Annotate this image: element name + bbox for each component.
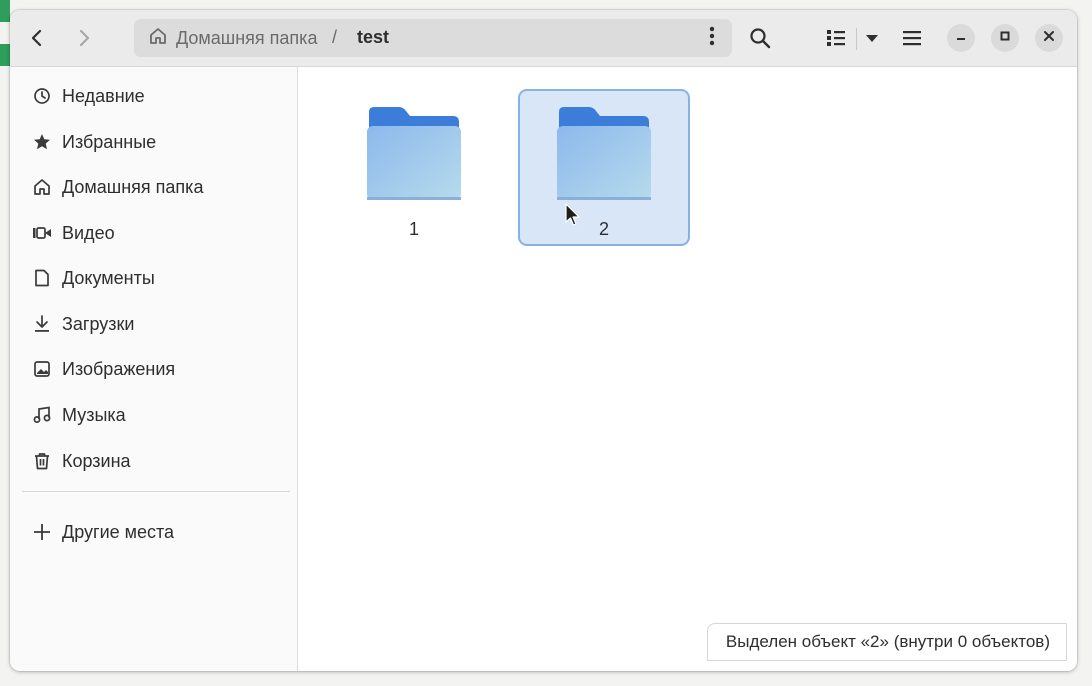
status-text: Выделен объект «2» (внутри 0 объектов): [725, 632, 1050, 651]
path-menu-button[interactable]: [700, 20, 724, 56]
chevron-left-icon: [27, 28, 47, 48]
sidebar-item-trash[interactable]: Корзина: [10, 441, 298, 481]
home-icon: [32, 177, 52, 197]
minimize-button[interactable]: [947, 24, 975, 52]
maximize-button[interactable]: [991, 24, 1019, 52]
sidebar-item-label: Другие места: [62, 521, 175, 542]
path-home-label: Домашняя папка: [176, 27, 318, 48]
sidebar-item-recent[interactable]: Недавние: [10, 76, 298, 116]
sidebar-item-music[interactable]: Музыка: [10, 395, 298, 435]
status-bar: Выделен объект «2» (внутри 0 объектов): [706, 623, 1067, 661]
sidebar-item-starred[interactable]: Избранные: [10, 122, 298, 162]
mouse-cursor-icon: [565, 203, 581, 232]
main-menu-button[interactable]: [893, 20, 931, 56]
sidebar-item-label: Корзина: [62, 450, 131, 471]
path-current-folder[interactable]: test: [357, 27, 389, 48]
document-icon: [32, 268, 52, 288]
video-icon: [32, 223, 52, 243]
forward-button[interactable]: [65, 20, 103, 56]
view-toggle-button[interactable]: [818, 20, 854, 56]
path-separator: /: [332, 27, 338, 47]
hamburger-icon: [902, 30, 922, 46]
plus-icon: [32, 522, 52, 542]
path-home-button[interactable]: Домашняя папка: [148, 19, 317, 57]
close-icon: [1043, 29, 1055, 47]
file-view[interactable]: 1 2 Выделен объект «2» (внутри 0 объекто…: [299, 67, 1077, 671]
terminal-mark: [0, 44, 10, 66]
sidebar-item-videos[interactable]: Видео: [10, 213, 298, 253]
sidebar-item-label: Музыка: [62, 404, 126, 425]
star-icon: [32, 132, 52, 152]
sidebar: Недавние Избранные Домашняя папка Видео …: [10, 67, 298, 671]
file-name: 2: [598, 219, 609, 239]
image-icon: [32, 359, 52, 379]
view-options-button[interactable]: [859, 20, 885, 56]
sidebar-item-downloads[interactable]: Загрузки: [10, 304, 298, 344]
folder-icon: [365, 104, 463, 207]
vertical-dots-icon: [709, 26, 715, 51]
clock-icon: [32, 86, 52, 106]
download-icon: [32, 314, 52, 334]
chevron-right-icon: [74, 28, 94, 48]
sidebar-separator: [22, 491, 290, 492]
header-bar: Домашняя папка / test: [10, 10, 1077, 67]
search-icon: [749, 27, 771, 49]
file-name: 1: [408, 219, 419, 239]
view-button-divider: [856, 28, 857, 50]
sidebar-item-documents[interactable]: Документы: [10, 258, 298, 298]
path-bar: Домашняя папка / test: [134, 19, 732, 57]
sidebar-item-other-locations[interactable]: Другие места: [10, 512, 298, 552]
trash-icon: [32, 451, 52, 471]
folder-item[interactable]: 1: [328, 89, 500, 246]
terminal-mark: [0, 0, 10, 22]
home-icon: [148, 26, 168, 51]
sidebar-item-label: Загрузки: [62, 313, 135, 334]
search-button[interactable]: [741, 20, 779, 56]
music-icon: [32, 405, 52, 425]
sidebar-item-label: Изображения: [62, 358, 176, 379]
close-button[interactable]: [1035, 24, 1063, 52]
folder-icon: [555, 104, 653, 207]
sidebar-item-label: Видео: [62, 222, 115, 243]
back-button[interactable]: [18, 20, 56, 56]
sidebar-item-label: Недавние: [62, 85, 145, 106]
sidebar-item-label: Избранные: [62, 131, 157, 152]
folder-item-selected[interactable]: 2: [518, 89, 690, 246]
list-view-icon: [826, 29, 846, 47]
sidebar-item-pictures[interactable]: Изображения: [10, 349, 298, 389]
sidebar-item-label: Домашняя папка: [62, 176, 204, 197]
sidebar-item-home[interactable]: Домашняя папка: [10, 167, 298, 207]
file-manager-window: Домашняя папка / test Недавние Избранные…: [10, 10, 1077, 671]
minimize-icon: [955, 29, 967, 47]
sidebar-item-label: Документы: [62, 267, 155, 288]
triangle-down-icon: [865, 33, 879, 43]
maximize-icon: [999, 29, 1011, 47]
